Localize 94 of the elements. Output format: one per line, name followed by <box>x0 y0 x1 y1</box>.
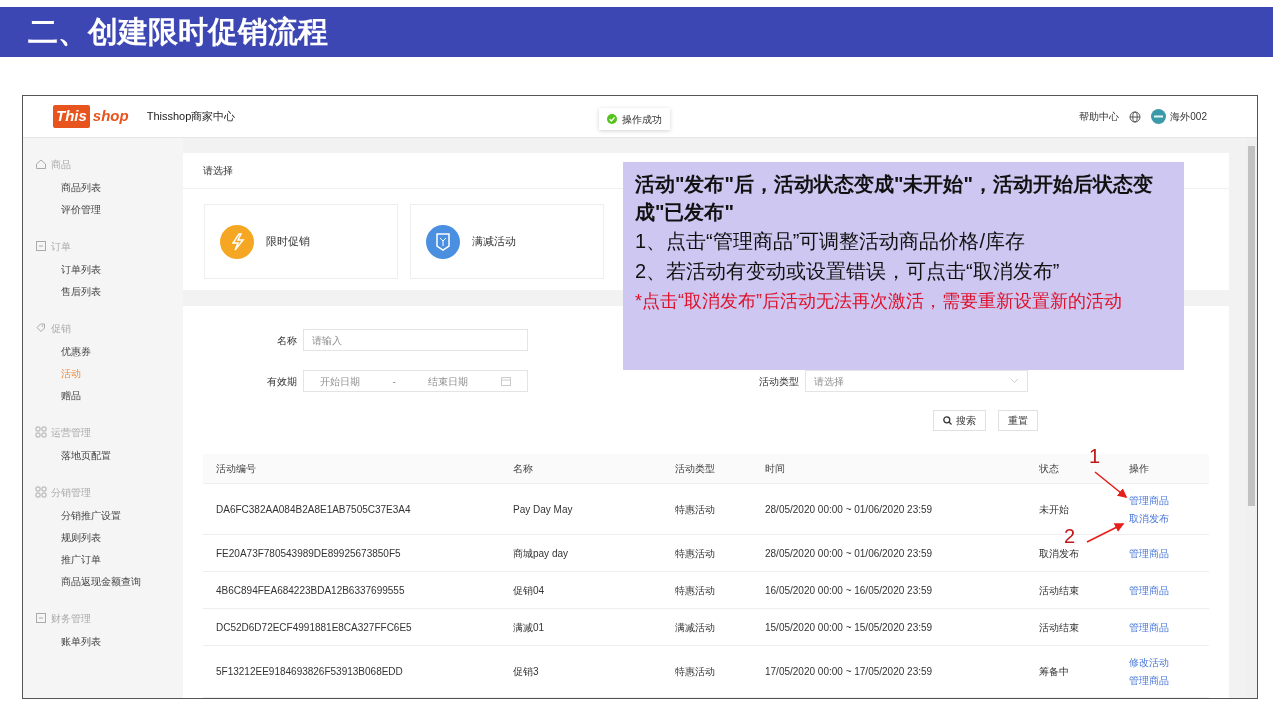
chevron-down-icon <box>1010 378 1019 384</box>
success-icon <box>607 114 617 124</box>
coupon-icon <box>426 224 460 259</box>
table-cell-text: 17/05/2020 00:00 ~ 17/05/2020 23:59 <box>764 665 934 679</box>
callout-text: 2、若活动有变动或设置错误，可点击“取消发布” <box>635 259 1061 284</box>
arrow <box>1094 471 1128 498</box>
table-cell-text: DA6FC382AA084B2A8E1AB7505C37E3A4 <box>215 502 412 517</box>
app-title: Thisshop商家中心 <box>146 109 236 125</box>
table-cell-text: 16/05/2020 00:00 ~ 16/05/2020 23:59 <box>764 583 934 598</box>
table-cell-text: 筹备中 <box>1038 665 1070 679</box>
toast-message: 操作成功 <box>599 108 670 130</box>
column-header: 时间 <box>764 462 786 476</box>
column-header: 状态 <box>1038 462 1060 476</box>
home-icon <box>35 158 47 170</box>
column-header: 活动编号 <box>215 462 257 476</box>
sidebar-item[interactable]: 商品返现金额查询 <box>61 571 183 593</box>
search-icon <box>943 416 952 425</box>
slide-title: 二、创建限时促销流程 <box>0 7 1273 57</box>
table-cell-text: 特惠活动 <box>674 502 716 517</box>
callout-heading: 活动"发布"后，活动状态变成"未开始"，活动开始后状态变成"已发布" <box>635 172 1154 225</box>
table-cell-text: Pay Day May <box>512 502 574 517</box>
table-cell-text: 促销3 <box>512 665 540 679</box>
avatar-icon <box>1151 109 1167 124</box>
column-header: 操作 <box>1128 462 1150 476</box>
search-button[interactable]: 搜索 <box>933 410 986 431</box>
sidebar-item[interactable]: 分销推广设置 <box>61 505 183 527</box>
table-cell-text: 28/05/2020 00:00 ~ 01/06/2020 23:59 <box>764 546 934 561</box>
table-cell-text: 特惠活动 <box>674 665 716 679</box>
table-cell-text: DC52D6D72ECF4991881E8CA327FFC6E5 <box>215 620 413 635</box>
sidebar-item[interactable]: 账单列表 <box>61 631 183 653</box>
field-label: 有效期 <box>266 374 298 389</box>
table-cell-text: FE20A73F780543989DE89925673850F5 <box>215 546 402 561</box>
tag-icon <box>35 322 47 334</box>
table-cell-text: 满减01 <box>512 620 546 635</box>
table-cell-text: 活动结束 <box>1038 620 1080 635</box>
column-header: 活动类型 <box>674 462 716 476</box>
promotion-tile[interactable]: 限时促销 <box>204 204 398 279</box>
callout-text: 1、点击“管理商品”可调整活动商品价格/库存 <box>635 229 1026 254</box>
promotion-tile[interactable]: 满减活动 <box>410 204 604 279</box>
reset-button[interactable]: 重置 <box>998 410 1038 431</box>
table-cell-text: 促销04 <box>512 583 546 598</box>
logo: This shop <box>53 105 129 128</box>
user-name[interactable]: 海外002 <box>1170 109 1207 124</box>
sidebar-item[interactable]: 规则列表 <box>61 527 183 549</box>
sidebar-item[interactable]: 推广订单 <box>61 549 183 571</box>
table-cell-text: 4B6C894FEA684223BDA12B6337699555 <box>215 583 406 598</box>
table-cell-text: 5F13212EE9184693826F53913B068EDD <box>215 665 404 679</box>
action-link[interactable]: 管理商品 <box>1129 582 1209 598</box>
table-cell-text: 活动结束 <box>1038 583 1080 598</box>
grid-icon <box>35 486 47 498</box>
sidebar-item[interactable]: 评价管理 <box>61 199 183 221</box>
clipboard-icon <box>35 240 47 252</box>
clipboard-icon <box>35 612 47 624</box>
step-number: 1 <box>1089 446 1101 466</box>
table-cell-text: 未开始 <box>1038 502 1070 517</box>
column-header: 名称 <box>512 462 534 476</box>
calendar-icon <box>500 376 511 386</box>
table-cell-text: 28/05/2020 00:00 ~ 01/06/2020 23:59 <box>764 502 934 517</box>
name-field[interactable]: 请输入 <box>303 329 528 351</box>
table-cell-text: 商城pay day <box>512 546 570 561</box>
scrollbar-thumb[interactable] <box>1248 146 1255 506</box>
table-cell-text: 15/05/2020 00:00 ~ 15/05/2020 23:59 <box>764 620 934 635</box>
sidebar-item[interactable]: 优惠券 <box>61 341 183 363</box>
action-link[interactable]: 管理商品 <box>1129 673 1209 688</box>
action-link[interactable]: 管理商品 <box>1129 619 1209 635</box>
field-label: 名称 <box>276 333 298 348</box>
table-cell-text: 满减活动 <box>674 620 716 635</box>
grid-icon <box>35 426 47 438</box>
sidebar-group: 运营管理 <box>51 424 91 440</box>
sidebar-item[interactable]: 售后列表 <box>61 281 183 303</box>
sidebar-item[interactable]: 商品列表 <box>61 177 183 199</box>
sidebar-group: 促销 <box>51 320 71 336</box>
warning-text: *点击“取消发布”后活动无法再次激活，需要重新设置新的活动 <box>635 290 1123 313</box>
sidebar-item[interactable]: 订单列表 <box>61 259 183 281</box>
arrow <box>1086 523 1125 543</box>
lightning-icon <box>220 224 254 259</box>
table-cell-text: 取消发布 <box>1038 546 1080 561</box>
action-link[interactable]: 修改活动 <box>1129 655 1209 670</box>
sidebar-group: 商品 <box>51 156 71 172</box>
field-label: 活动类型 <box>758 374 800 389</box>
action-link[interactable]: 管理商品 <box>1129 545 1209 561</box>
globe-icon <box>1129 110 1142 123</box>
action-link[interactable]: 取消发布 <box>1129 510 1209 526</box>
help-link[interactable]: 帮助中心 <box>1079 109 1120 124</box>
action-link[interactable]: 管理商品 <box>1129 492 1209 508</box>
table-cell-text: 特惠活动 <box>674 583 716 598</box>
card-title: 请选择 <box>203 165 233 176</box>
sidebar-item[interactable]: 赠品 <box>61 385 183 407</box>
sidebar-group: 财务管理 <box>51 610 91 626</box>
sidebar-group: 订单 <box>51 238 71 254</box>
sidebar-group: 分销管理 <box>51 484 91 500</box>
step-number: 2 <box>1064 526 1076 546</box>
table-cell-text: 特惠活动 <box>674 546 716 561</box>
sidebar-item[interactable]: 落地页配置 <box>61 445 183 467</box>
